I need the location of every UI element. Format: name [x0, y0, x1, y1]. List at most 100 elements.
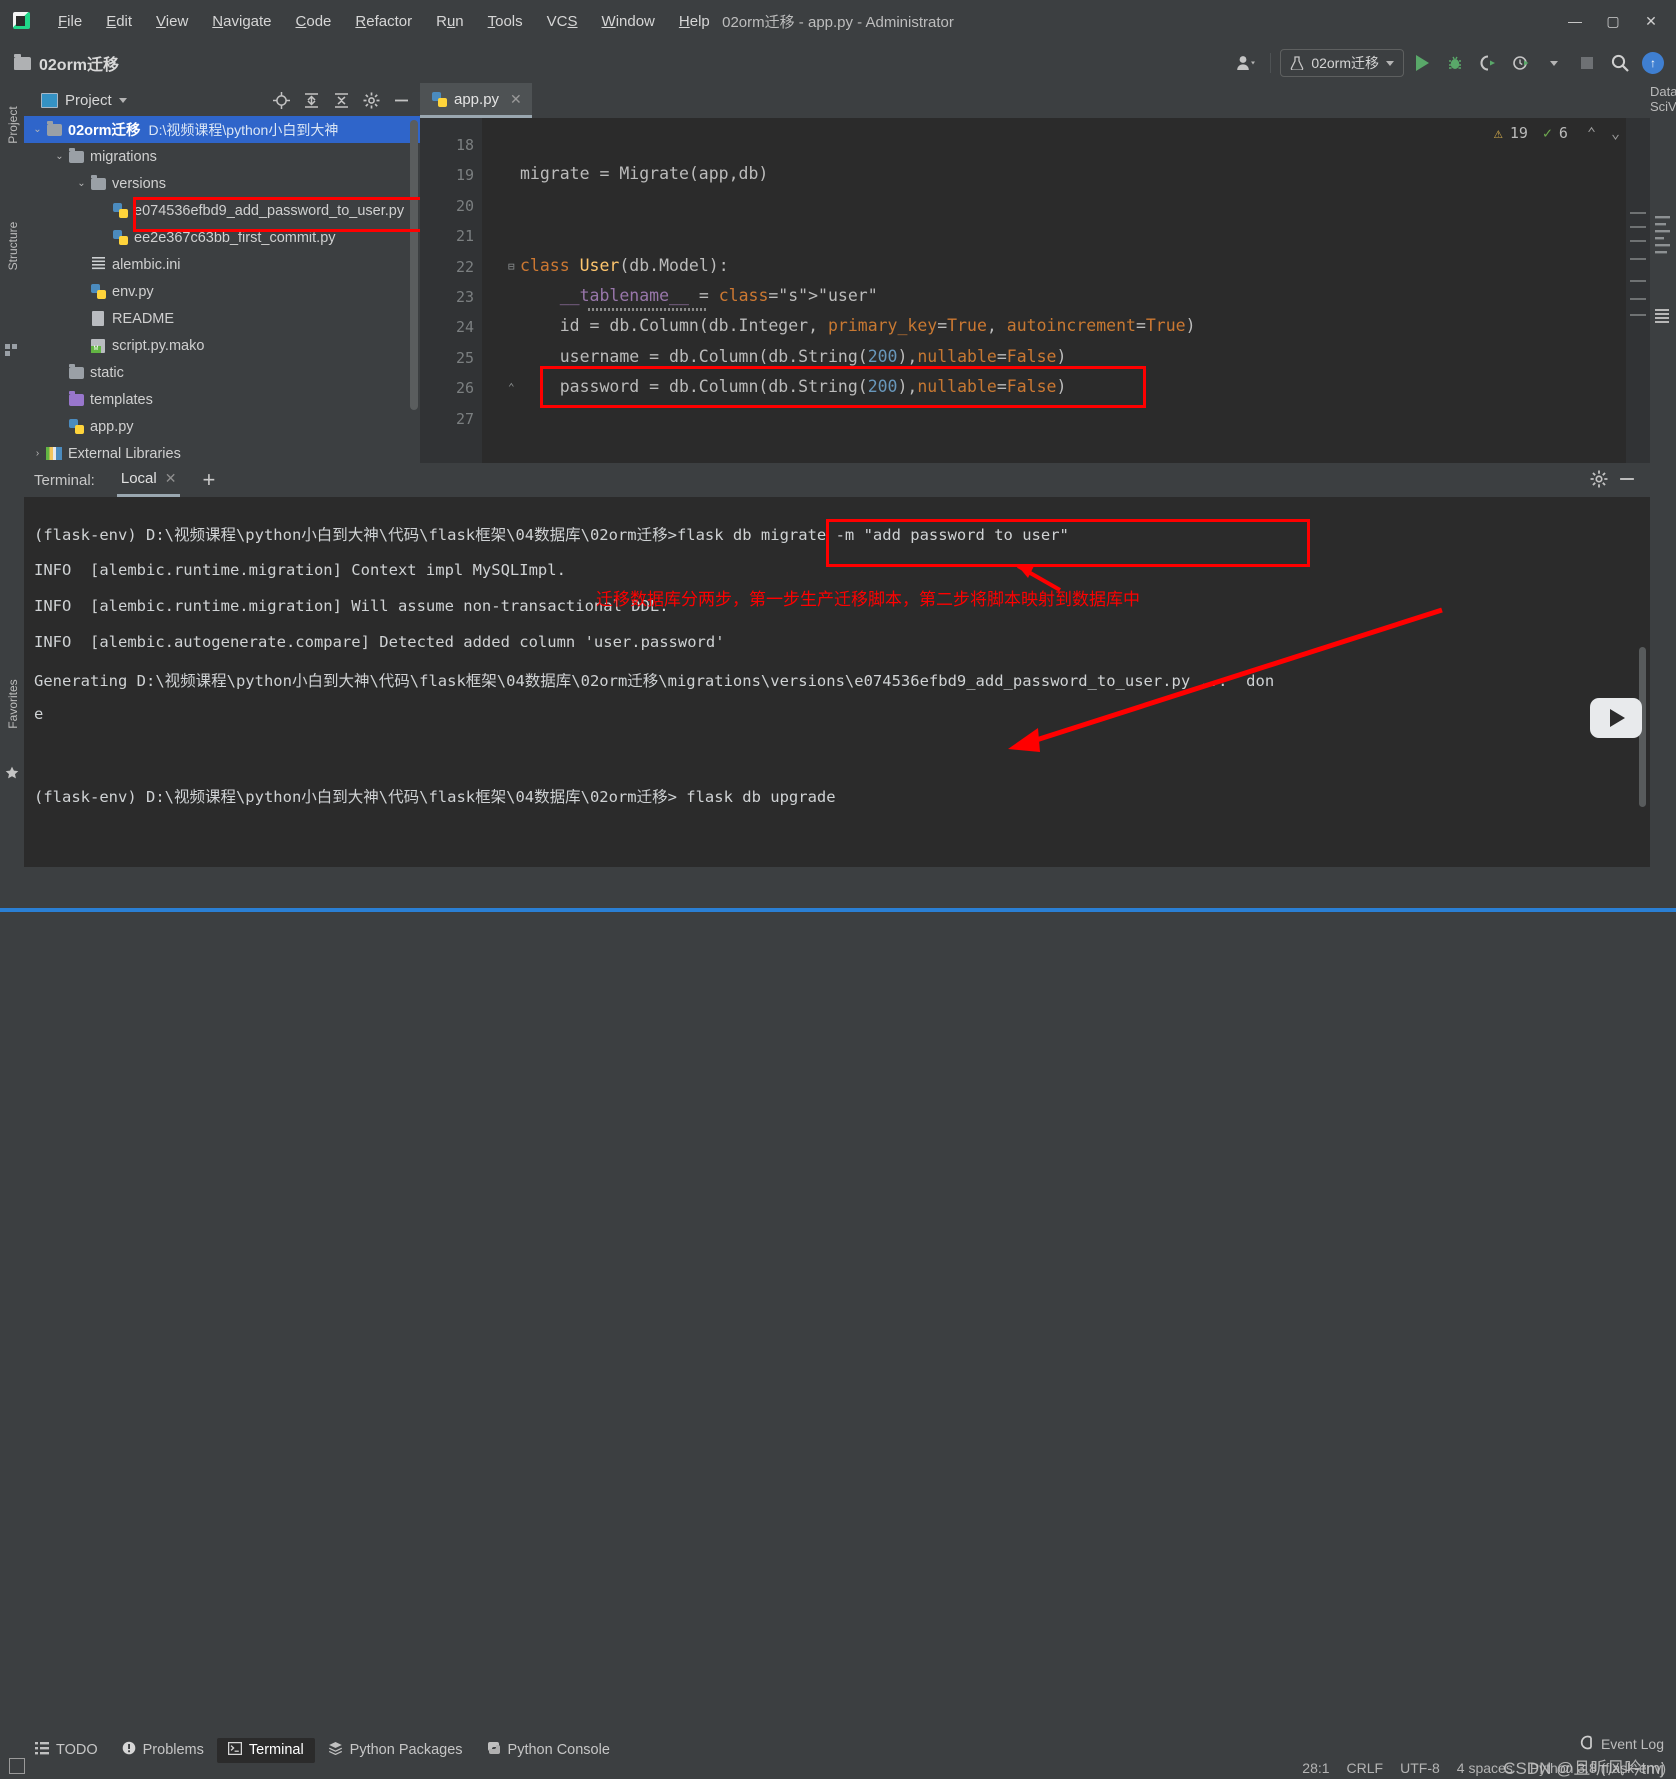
tree-item-migrations[interactable]: ⌄ migrations [24, 143, 420, 170]
rail-item-database[interactable]: Database [1650, 84, 1676, 99]
profile-button[interactable] [1506, 49, 1536, 77]
menu-item-vcs[interactable]: VCS [535, 10, 590, 33]
rail-item-sciview[interactable]: SciView [1650, 99, 1676, 114]
tree-item-ee2e367c63bb-first-commit-py[interactable]: ee2e367c63bb_first_commit.py [24, 224, 420, 251]
star-icon[interactable] [5, 766, 19, 780]
project-tree-scrollbar[interactable] [410, 120, 418, 410]
tool-window-bar[interactable]: TODO Problems Terminal Python Packages P… [24, 1734, 621, 1766]
editor-tab-app-py[interactable]: app.py ✕ [420, 83, 532, 118]
code-fold-handle[interactable]: ⌃ [508, 381, 515, 394]
code-canvas[interactable]: 18 19 20 21 22 23 24 25 26 27 ⚠ 19 ✓ 6 ⌃ ⌄ migrat… [420, 118, 1650, 463]
user-icon[interactable] [1231, 49, 1261, 77]
toolwindow-python-packages[interactable]: Python Packages [317, 1737, 474, 1763]
chevron-down-icon[interactable]: ⌄ [52, 151, 67, 162]
tree-item-02orm-[interactable]: ⌄ 02orm迁移 D:\视频课程\python小白到大神 [24, 116, 420, 143]
menu-item-window[interactable]: Window [590, 10, 667, 33]
code-line[interactable]: migrate = Migrate(app,db) [520, 164, 768, 183]
toolwindow-terminal[interactable]: Terminal [216, 1737, 315, 1763]
rail-bookmark-icon[interactable] [5, 344, 19, 358]
toolwindow-problems[interactable]: Problems [111, 1737, 215, 1763]
profile-dropdown-icon[interactable] [1539, 49, 1569, 77]
menu-bar[interactable]: File Edit View Navigate Code Refactor Ru… [46, 10, 722, 33]
hide-panel-icon[interactable] [1618, 470, 1636, 491]
code-line[interactable]: __tablename__ = class="s">"user" [520, 286, 878, 305]
toggle-toolwindows-button[interactable] [9, 1758, 25, 1774]
tree-item-env-py[interactable]: env.py [24, 278, 420, 305]
tree-item-e074536efbd9-add-password-to-user-py[interactable]: e074536efbd9_add_password_to_user.py [24, 197, 420, 224]
terminal-tab-local[interactable]: Local ✕ [116, 463, 181, 497]
menu-item-help[interactable]: Help [667, 10, 722, 33]
event-log-button[interactable]: Event Log [1580, 1735, 1664, 1753]
code-line[interactable]: password = db.Column(db.String(200),null… [520, 377, 1067, 396]
locate-icon[interactable] [268, 88, 294, 112]
chevron-down-icon[interactable] [118, 97, 127, 103]
run-button[interactable] [1407, 49, 1437, 77]
close-button[interactable]: ✕ [1632, 6, 1670, 36]
sciview-grid-icon[interactable] [1655, 309, 1669, 323]
inspection-summary[interactable]: ⚠ 19 ✓ 6 ⌃ ⌄ [1494, 124, 1620, 142]
rail-item-favorites[interactable]: Favorites [6, 674, 20, 734]
close-icon[interactable]: ✕ [510, 91, 522, 108]
folder-icon [68, 390, 84, 406]
menu-item-code[interactable]: Code [284, 10, 344, 33]
project-breadcrumb[interactable]: 02orm迁移 [14, 51, 119, 75]
debug-button[interactable] [1440, 49, 1470, 77]
settings-gear-icon[interactable] [1590, 470, 1608, 491]
search-everywhere-icon[interactable] [1605, 49, 1635, 77]
file-encoding[interactable]: UTF-8 [1400, 1760, 1440, 1776]
tree-item-static[interactable]: static [24, 359, 420, 386]
tree-item-templates[interactable]: templates [24, 386, 420, 413]
project-tree[interactable]: ⌄ 02orm迁移 D:\视频课程\python小白到大神 ⌄ migrations ⌄ v… [24, 116, 420, 463]
prev-problem-icon[interactable]: ⌃ [1587, 124, 1596, 142]
menu-item-refactor[interactable]: Refactor [343, 10, 424, 33]
update-icon[interactable]: ↑ [1638, 49, 1668, 77]
window-controls[interactable]: — ▢ ✕ [1556, 0, 1670, 42]
chevron-down-icon[interactable]: ⌄ [74, 178, 89, 189]
ini-file-icon [91, 256, 105, 274]
project-panel-title[interactable]: Project [41, 92, 127, 109]
folder-icon [68, 147, 84, 163]
code-fold-handle[interactable]: ⊟ [508, 260, 515, 273]
stop-button[interactable] [1572, 49, 1602, 77]
tree-item-alembic-ini[interactable]: alembic.ini [24, 251, 420, 278]
coverage-button[interactable] [1473, 49, 1503, 77]
tree-item-app-py[interactable]: app.py [24, 413, 420, 440]
close-icon[interactable]: ✕ [165, 470, 177, 487]
hide-panel-icon[interactable] [388, 88, 414, 112]
tree-item-external-libraries[interactable]: › External Libraries [24, 440, 420, 463]
menu-item-file[interactable]: File [46, 10, 94, 33]
tree-item-versions[interactable]: ⌄ versions [24, 170, 420, 197]
menu-item-tools[interactable]: Tools [476, 10, 535, 33]
toolwindow-todo[interactable]: TODO [24, 1738, 109, 1763]
menu-item-view[interactable]: View [144, 10, 200, 33]
terminal-header-actions[interactable] [1590, 470, 1636, 491]
caret-position[interactable]: 28:1 [1302, 1760, 1329, 1776]
maximize-button[interactable]: ▢ [1594, 6, 1632, 36]
menu-item-navigate[interactable]: Navigate [200, 10, 283, 33]
toolwindow-python-console[interactable]: Python Console [476, 1737, 621, 1763]
menu-item-run[interactable]: Run [424, 10, 476, 33]
tree-item-readme[interactable]: README [24, 305, 420, 332]
menu-item-edit[interactable]: Edit [94, 10, 144, 33]
minimize-button[interactable]: — [1556, 6, 1594, 36]
new-terminal-tab-button[interactable]: + [202, 469, 215, 491]
toolbar-actions[interactable]: 02orm迁移 ↑ [1231, 42, 1668, 84]
line-separator[interactable]: CRLF [1347, 1760, 1384, 1776]
rail-item-structure[interactable]: Structure [6, 216, 20, 276]
rail-item-project[interactable]: Project [6, 95, 20, 155]
project-panel-actions[interactable] [268, 88, 414, 112]
terminal-line: Generating D:\视频课程\python小白到大神\代码\flask框… [34, 672, 1275, 690]
chevron-right-icon[interactable]: › [30, 448, 45, 459]
code-line[interactable]: class User(db.Model): [520, 256, 729, 275]
tree-item-script-py-mako[interactable]: script.py.mako [24, 332, 420, 359]
terminal-output[interactable]: (flask-env) D:\视频课程\python小白到大神\代码\flask… [24, 497, 1650, 867]
settings-gear-icon[interactable] [358, 88, 384, 112]
collapse-all-icon[interactable] [328, 88, 354, 112]
code-line[interactable]: username = db.Column(db.String(200),null… [520, 347, 1067, 366]
run-configuration-selector[interactable]: 02orm迁移 [1280, 49, 1404, 77]
inspection-strip[interactable] [1626, 118, 1650, 463]
code-line[interactable]: id = db.Column(db.Integer, primary_key=T… [520, 316, 1196, 335]
expand-all-icon[interactable] [298, 88, 324, 112]
chevron-down-icon[interactable]: ⌄ [30, 124, 45, 135]
next-problem-icon[interactable]: ⌄ [1611, 124, 1620, 142]
